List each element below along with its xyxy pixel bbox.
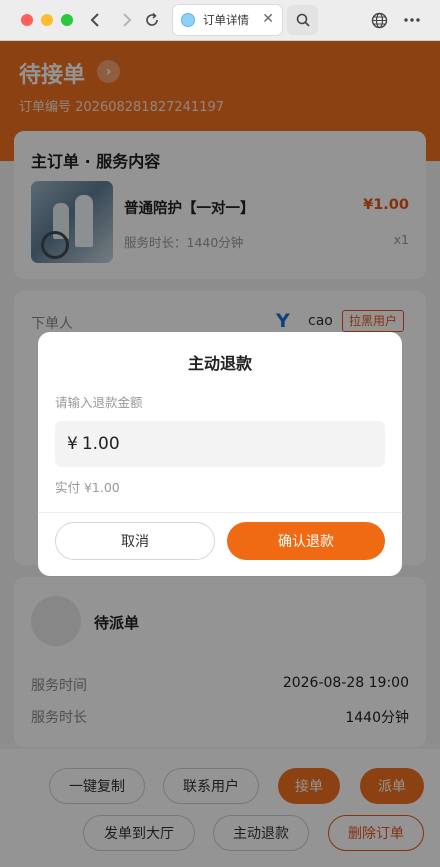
refund-dialog-title: 主动退款 bbox=[187, 354, 252, 373]
back-icon[interactable] bbox=[84, 9, 106, 31]
tab-favicon-icon bbox=[181, 13, 195, 27]
tab-title: 订单详情 bbox=[203, 13, 249, 27]
minimize-window-button[interactable] bbox=[41, 14, 53, 26]
zoom-window-button[interactable] bbox=[61, 14, 73, 26]
confirm-refund-button[interactable]: 确认退款 bbox=[227, 522, 385, 560]
globe-icon[interactable] bbox=[368, 9, 390, 31]
window-controls bbox=[21, 14, 73, 26]
currency-symbol: ¥ bbox=[67, 434, 78, 454]
forward-icon[interactable] bbox=[116, 9, 138, 31]
browser-toolbar: 订单详情 ✕ bbox=[0, 0, 440, 41]
search-icon[interactable] bbox=[287, 5, 318, 35]
browser-tab[interactable]: 订单详情 ✕ bbox=[173, 5, 282, 35]
tab-close-icon[interactable]: ✕ bbox=[262, 11, 274, 27]
refund-dialog: 主动退款 请输入退款金额 ¥ 实付 ¥1.00 取消 确认退款 bbox=[38, 332, 402, 576]
close-window-button[interactable] bbox=[21, 14, 33, 26]
cancel-button[interactable]: 取消 bbox=[55, 522, 215, 560]
reload-icon[interactable] bbox=[141, 9, 163, 31]
refund-amount-field[interactable]: ¥ bbox=[55, 421, 385, 467]
actual-paid-text: 实付 ¥1.00 bbox=[55, 480, 120, 495]
more-icon[interactable] bbox=[401, 9, 423, 31]
refund-amount-label: 请输入退款金额 bbox=[55, 395, 143, 410]
dialog-divider bbox=[38, 512, 402, 513]
refund-amount-input[interactable] bbox=[81, 434, 282, 454]
